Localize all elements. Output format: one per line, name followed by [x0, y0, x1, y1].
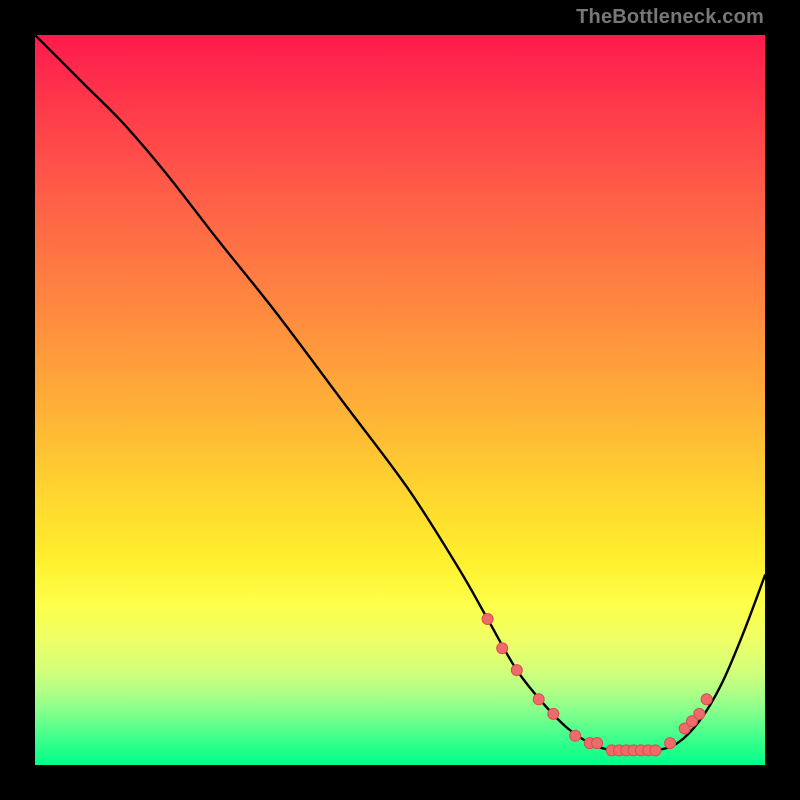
dots-group: [482, 614, 712, 756]
watermark-text: TheBottleneck.com: [576, 6, 764, 29]
data-dot: [701, 694, 712, 705]
data-dot: [497, 643, 508, 654]
bottleneck-curve: [35, 35, 765, 751]
data-dot: [694, 708, 705, 719]
curve-svg: [35, 35, 765, 765]
data-dot: [482, 614, 493, 625]
data-dot: [511, 665, 522, 676]
data-dot: [592, 738, 603, 749]
data-dot: [650, 745, 661, 756]
chart-frame: { "watermark": "TheBottleneck.com", "col…: [0, 0, 800, 800]
data-dot: [533, 694, 544, 705]
data-dot: [570, 730, 581, 741]
data-dot: [665, 738, 676, 749]
plot-area: [35, 35, 765, 765]
data-dot: [548, 708, 559, 719]
